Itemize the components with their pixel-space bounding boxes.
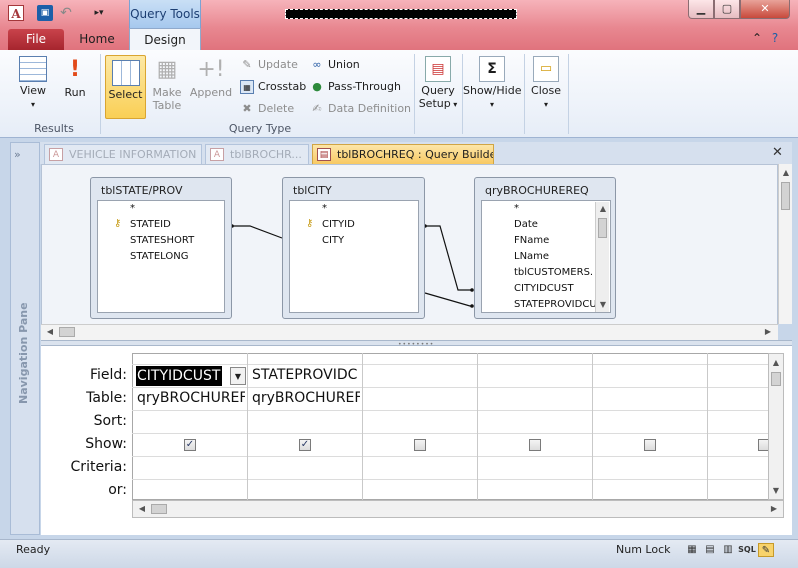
grid-line (592, 353, 593, 500)
table-cell-col1[interactable]: qryBROCHUREF (137, 390, 245, 406)
field-item[interactable]: Date (514, 217, 538, 233)
show-checkbox-col4[interactable] (529, 439, 541, 451)
field-list-qrybrochurereq[interactable]: qryBROCHUREREQ * Date FName LName tblCUS… (474, 177, 616, 319)
field-item[interactable]: STATELONG (130, 249, 189, 265)
grid-line (132, 364, 768, 365)
grid-vertical-scrollbar[interactable]: ▲ ▼ (768, 353, 784, 500)
field-list-tblcity[interactable]: tblCITY * ⚷ CITYID CITY (282, 177, 425, 319)
field-cell-col1[interactable]: CITYIDCUST (136, 366, 222, 386)
field-item[interactable]: CITY (322, 233, 344, 249)
row-label-show: Show: (85, 436, 127, 452)
field-item[interactable]: FName (514, 233, 549, 249)
scroll-up-icon[interactable]: ▲ (779, 166, 793, 180)
scroll-left-icon[interactable]: ◀ (43, 325, 57, 339)
scroll-up-icon[interactable]: ▲ (596, 202, 610, 216)
field-list-scrollbar[interactable]: ▲ ▼ (595, 202, 610, 312)
sql-view-icon[interactable]: SQL (738, 543, 756, 557)
field-item[interactable]: STATESHORT (130, 233, 194, 249)
status-bar (0, 539, 798, 568)
scroll-left-icon[interactable]: ◀ (135, 502, 149, 516)
scroll-thumb[interactable] (771, 372, 781, 386)
field-list-box: * Date FName LName tblCUSTOMERS. CITYIDC… (481, 200, 611, 313)
table-cell-col2[interactable]: qryBROCHUREF (252, 390, 360, 406)
scroll-thumb[interactable] (598, 218, 607, 238)
row-label-field: Field: (89, 367, 127, 383)
field-item[interactable]: CITYIDCUST (514, 281, 574, 297)
field-list-box: * ⚷ STATEID STATESHORT STATELONG (97, 200, 225, 313)
field-cell-col2[interactable]: STATEPROVIDC (252, 367, 360, 383)
row-label-criteria: Criteria: (70, 459, 127, 475)
status-num-lock: Num Lock (616, 543, 671, 556)
show-checkbox-col5[interactable] (644, 439, 656, 451)
pivottable-view-icon[interactable]: ▤ (702, 543, 718, 557)
field-list-title: tblSTATE/PROV (101, 184, 183, 197)
show-checkbox-col3[interactable] (414, 439, 426, 451)
row-label-table: Table: (86, 390, 127, 406)
scroll-up-icon[interactable]: ▲ (769, 356, 783, 370)
upper-pane-horizontal-scrollbar[interactable]: ◀ ▶ (41, 324, 778, 340)
field-item[interactable]: * (130, 201, 135, 217)
show-checkbox-col1[interactable]: ✓ (184, 439, 196, 451)
pivotchart-view-icon[interactable]: ▥ (720, 543, 736, 557)
grid-line (362, 353, 363, 500)
grid-line (247, 353, 248, 500)
field-list-title: qryBROCHUREREQ (485, 184, 589, 197)
field-list-box: * ⚷ CITYID CITY (289, 200, 419, 313)
design-view-icon[interactable]: ✎ (758, 543, 774, 557)
status-ready-text: Ready (16, 543, 51, 556)
field-list-tblstate-prov[interactable]: tblSTATE/PROV * ⚷ STATEID STATESHORT STA… (90, 177, 232, 319)
grid-line (477, 353, 478, 500)
row-label-or: or: (108, 482, 127, 498)
design-grid[interactable] (132, 353, 768, 500)
scroll-down-icon[interactable]: ▼ (596, 298, 610, 312)
show-checkbox-col2[interactable]: ✓ (299, 439, 311, 451)
field-item[interactable]: tblCUSTOMERS. (514, 265, 593, 281)
field-item[interactable]: * (322, 201, 327, 217)
scroll-down-icon[interactable]: ▼ (769, 484, 783, 498)
grid-line (132, 387, 768, 388)
grid-line (132, 433, 768, 434)
scroll-thumb[interactable] (59, 327, 75, 337)
grid-line (132, 410, 768, 411)
field-dropdown-button[interactable]: ▼ (230, 367, 246, 385)
datasheet-view-icon[interactable]: ▦ (684, 543, 700, 557)
field-item[interactable]: STATEID (130, 217, 171, 233)
show-checkbox-col6[interactable] (758, 439, 768, 451)
field-item[interactable]: STATEPROVIDCU (514, 297, 596, 312)
primary-key-icon: ⚷ (114, 218, 122, 229)
grid-line (132, 456, 768, 457)
row-label-sort: Sort: (93, 413, 127, 429)
grid-line (132, 479, 768, 480)
field-item[interactable]: LName (514, 249, 549, 265)
upper-pane-vertical-scrollbar[interactable]: ▲ (778, 164, 792, 324)
scroll-right-icon[interactable]: ▶ (761, 325, 775, 339)
scroll-thumb[interactable] (151, 504, 167, 514)
scroll-right-icon[interactable]: ▶ (767, 502, 781, 516)
scroll-thumb[interactable] (781, 182, 790, 210)
grid-line (707, 353, 708, 500)
grid-horizontal-scrollbar[interactable]: ◀ ▶ (132, 500, 784, 518)
field-list-title: tblCITY (293, 184, 332, 197)
field-item[interactable]: * (514, 201, 519, 217)
primary-key-icon: ⚷ (306, 218, 314, 229)
field-item[interactable]: CITYID (322, 217, 355, 233)
